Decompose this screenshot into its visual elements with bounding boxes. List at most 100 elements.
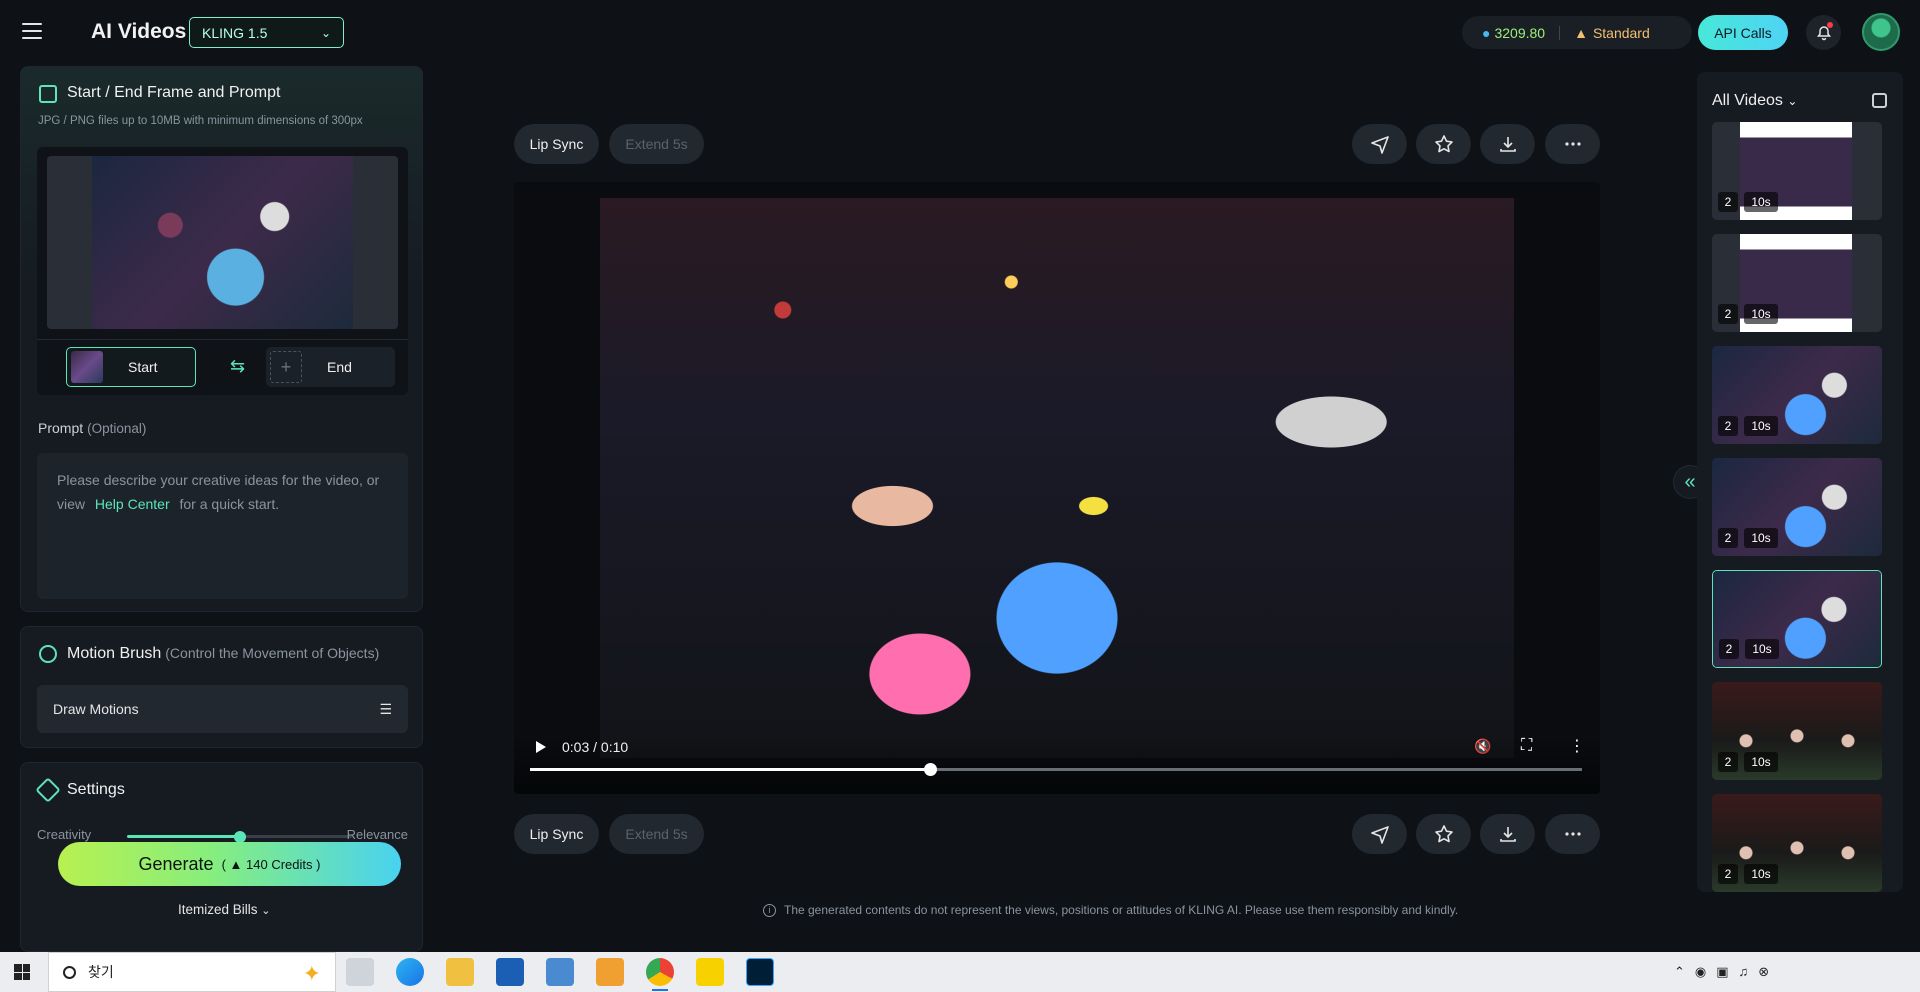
start-frame-image [92,156,353,329]
video-player[interactable]: 0:03 / 0:10 🔇 ⛶ ⋮ [514,182,1600,794]
upload-hint: JPG / PNG files up to 10MB with minimum … [38,115,363,127]
taskbar-search[interactable]: 찾기 ✦ [48,952,336,992]
taskbar-search-placeholder: 찾기 [88,964,114,980]
edge-icon[interactable] [396,958,424,986]
draw-motions-label: Draw Motions [53,701,139,717]
relevance-label: Relevance [346,827,408,842]
model-select[interactable]: KLING 1.5 ⌄ [189,17,344,48]
copy-icon[interactable] [1872,93,1887,108]
slider-fill [127,835,240,838]
video-progress[interactable] [530,763,1582,776]
star-icon [1434,825,1453,843]
prompt-input[interactable]: Please describe your creative ideas for … [37,453,408,599]
generate-button[interactable]: Generate ( ▲ 140 Credits ) [58,842,401,886]
swap-icon[interactable]: ⇆ [230,356,245,377]
send-icon [1370,826,1389,844]
favorite-button[interactable] [1416,814,1471,854]
cbs-icon[interactable] [596,958,624,986]
play-icon[interactable] [536,741,546,753]
credits-pill[interactable]: ● 3209.80 ▲ Standard [1462,16,1692,49]
video-thumbnail[interactable]: 2 10s [1712,122,1882,220]
count-badge: 2 [1718,752,1738,772]
prompt-label: Prompt (Optional) [38,420,146,436]
motion-brush-note: (Control the Movement of Objects) [165,645,380,661]
sliders-icon: ☰ [379,700,392,717]
extend-button[interactable]: Extend 5s [609,124,704,164]
start-label: Start [128,359,158,375]
video-thumbnail[interactable]: 2 10s [1712,234,1882,332]
search-icon [63,965,76,979]
camera-icon[interactable]: ◉ [1695,964,1706,980]
video-thumbnail[interactable]: 2 10s [1712,794,1882,892]
more-vertical-icon[interactable]: ⋮ [1569,736,1585,756]
fullscreen-icon[interactable]: ⛶ [1521,737,1532,755]
settings-icon [35,777,61,803]
motion-brush-icon [39,645,57,663]
model-select-value: KLING 1.5 [202,24,268,41]
windows-start-icon[interactable] [14,964,30,980]
itemized-bills-button[interactable]: Itemized Bills ⌄ [178,902,271,917]
app-icon[interactable] [546,958,574,986]
count-badge: 2 [1718,864,1738,884]
close-circle-icon[interactable]: ⊗ [1758,964,1769,980]
divider [37,339,408,340]
favorite-button[interactable] [1416,124,1471,164]
file-explorer-icon[interactable] [446,958,474,986]
video-thumbnail[interactable]: 2 10s [1712,570,1882,668]
draw-motions-button[interactable]: Draw Motions ☰ [37,685,408,733]
frame-preview[interactable] [47,156,398,329]
download-button[interactable] [1480,124,1535,164]
generate-label: Generate [138,853,214,874]
api-calls-button[interactable]: API Calls [1698,15,1788,50]
progress-fill [530,768,930,771]
progress-handle[interactable] [923,763,937,776]
end-frame-button[interactable]: + End [266,347,395,387]
count-badge: 2 [1718,192,1738,212]
duration-badge: 10s [1744,192,1778,212]
help-center-link[interactable]: Help Center [95,496,170,512]
prompt-optional: (Optional) [87,421,147,436]
extend-button[interactable]: Extend 5s [609,814,704,854]
download-button[interactable] [1480,814,1535,854]
more-button[interactable] [1545,814,1600,854]
all-videos-dropdown[interactable]: All Videos ⌄ [1712,92,1797,110]
header: AI Videos KLING 1.5 ⌄ ● 3209.80 ▲ Standa… [0,0,1920,64]
bottom-toolbar: Lip Sync Extend 5s [514,814,1600,858]
sparkle-icon: ✦ [302,961,321,986]
lip-sync-button[interactable]: Lip Sync [514,814,599,854]
motion-brush-panel: Motion Brush (Control the Movement of Obj… [20,626,423,748]
more-button[interactable] [1545,124,1600,164]
plan-label: Standard [1592,24,1650,41]
divider [1559,25,1561,40]
photoshop-icon[interactable] [746,958,774,986]
notification-button[interactable] [1806,15,1841,50]
lip-sync-button[interactable]: Lip Sync [514,124,599,164]
video-thumbnail[interactable]: 2 10s [1712,682,1882,780]
prompt-label-text: Prompt [38,420,84,436]
prompt-placeholder-end: for a quick start. [179,496,280,512]
task-view-icon[interactable] [346,958,374,986]
network-icon[interactable]: ▣ [1716,964,1728,980]
chevron-down-icon: ⌄ [1787,94,1798,108]
disclaimer: i The generated contents do not represen… [763,903,1458,917]
mute-icon[interactable]: 🔇 [1474,738,1491,755]
avatar[interactable] [1862,13,1900,51]
volume-icon[interactable]: ♫ [1739,964,1749,980]
video-thumbnail[interactable]: 2 10s [1712,458,1882,556]
chevron-down-icon: ⌄ [320,25,331,40]
share-button[interactable] [1352,124,1407,164]
chevron-up-icon[interactable]: ⌃ [1674,964,1685,980]
drop-icon: ● [1482,24,1491,41]
outlook-icon[interactable] [496,958,524,986]
creativity-slider[interactable] [127,831,352,843]
kakaotalk-icon[interactable] [696,958,724,986]
video-thumbnail[interactable]: 2 10s [1712,346,1882,444]
duration-badge: 10s [1744,864,1778,884]
chevron-down-icon: ⌄ [261,905,271,917]
generate-credits-value: 140 Credits [246,856,313,872]
video-frame [600,198,1514,758]
chrome-icon[interactable] [646,958,674,991]
start-frame-button[interactable]: Start [66,347,196,387]
share-button[interactable] [1352,814,1407,854]
menu-icon[interactable] [22,23,42,41]
